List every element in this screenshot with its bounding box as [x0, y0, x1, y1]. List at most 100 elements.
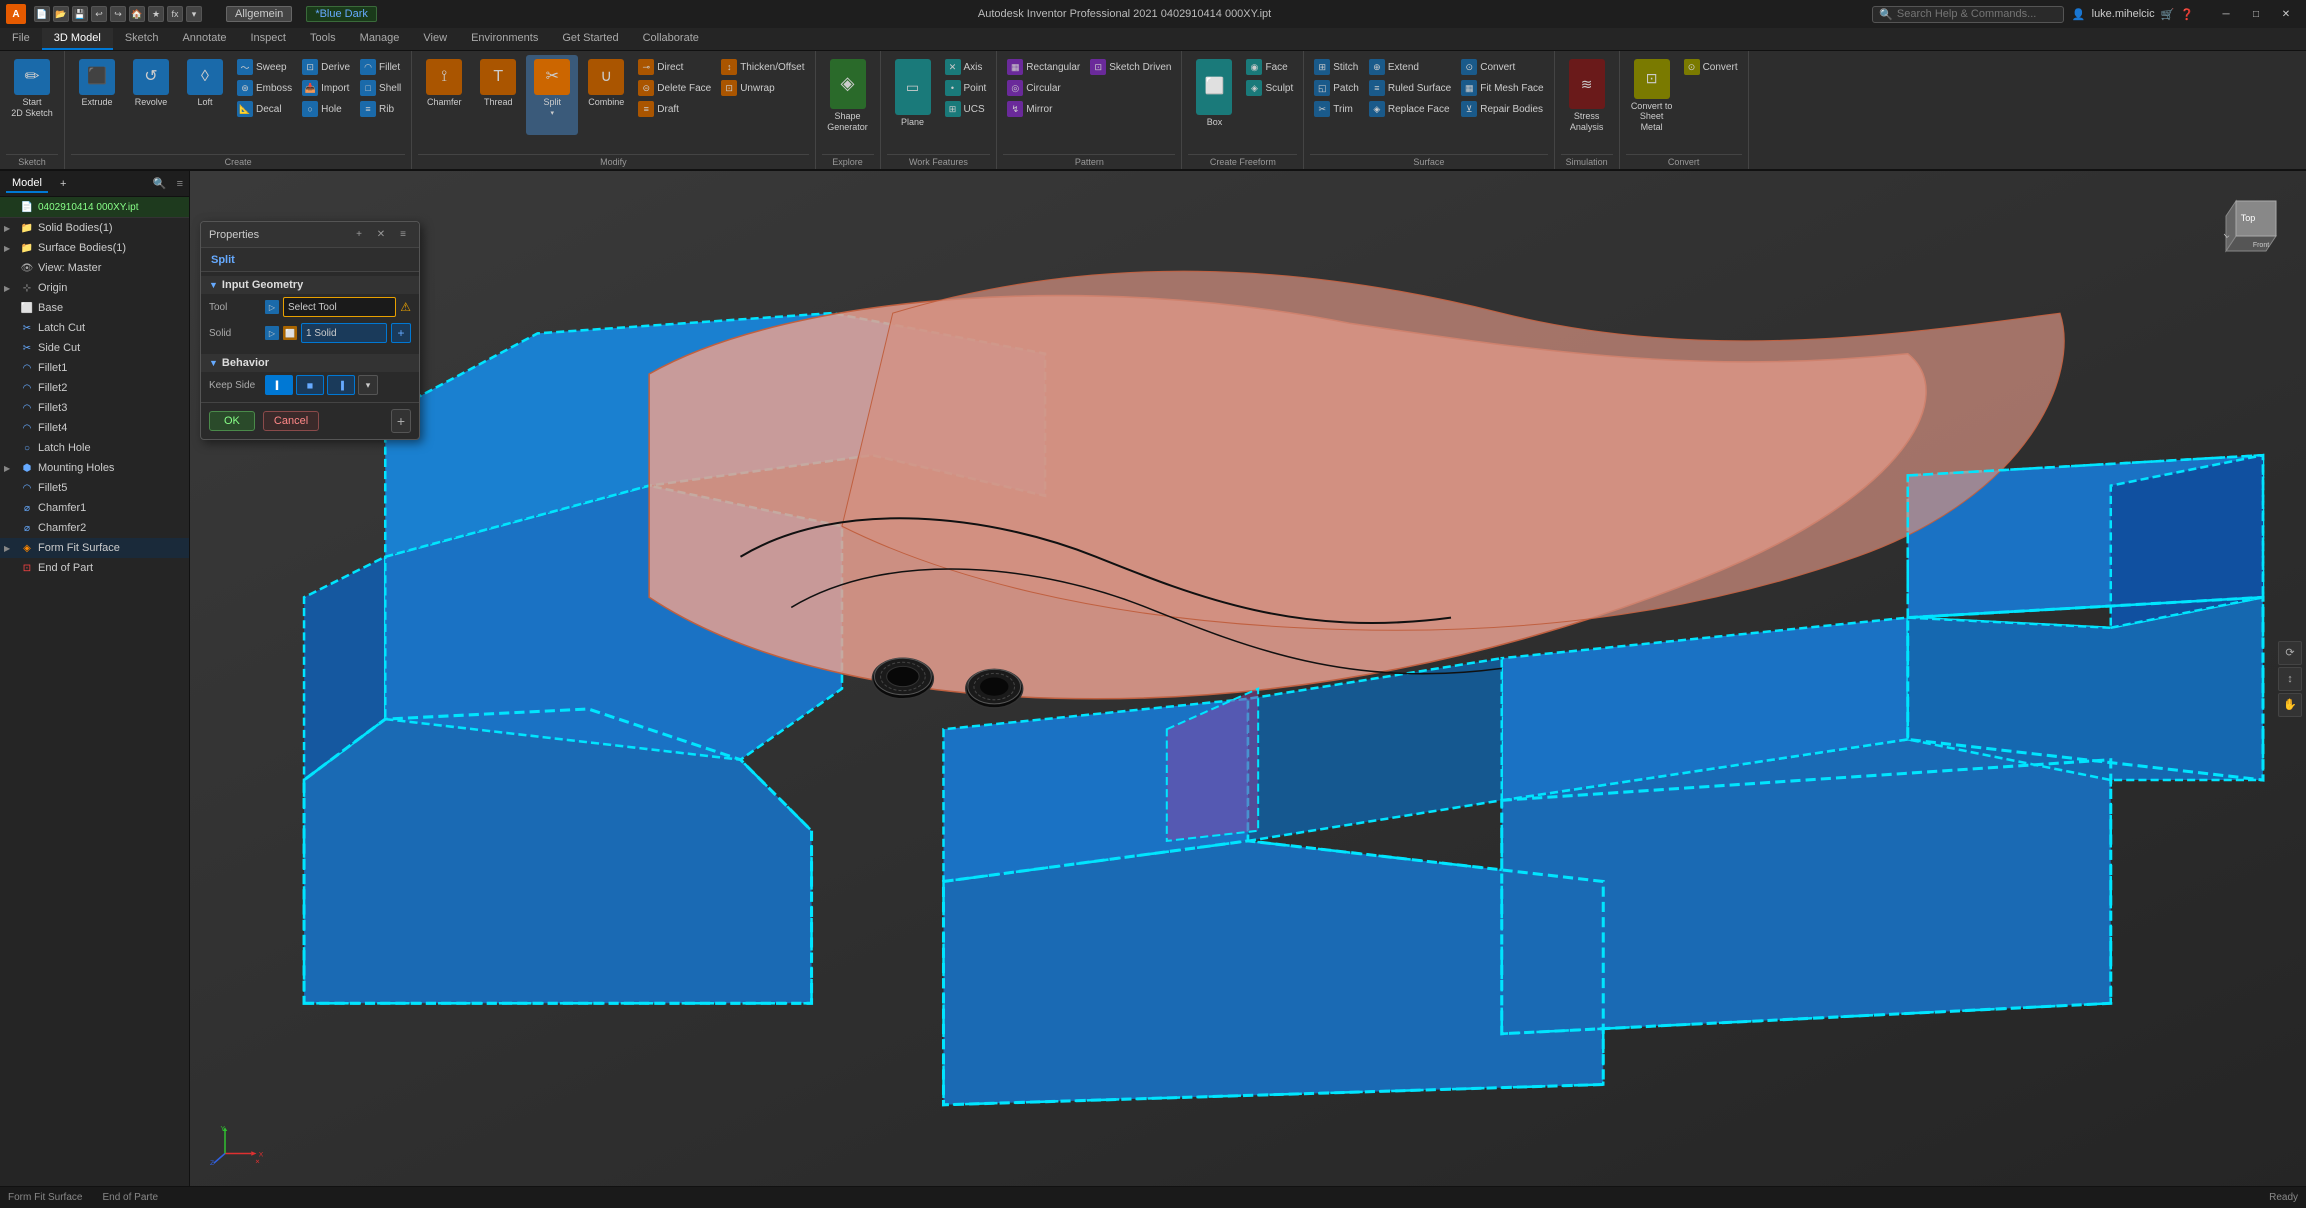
- props-menu[interactable]: ≡: [395, 227, 411, 243]
- btn-emboss[interactable]: ⊛Emboss: [233, 78, 296, 98]
- tree-latch-hole[interactable]: ○ Latch Hole: [0, 438, 189, 458]
- btn-mirror[interactable]: ↯Mirror: [1003, 99, 1084, 119]
- tree-side-cut[interactable]: ✂ Side Cut: [0, 338, 189, 358]
- tab-annotate[interactable]: Annotate: [170, 28, 238, 50]
- tree-origin[interactable]: ▶ ⊹ Origin: [0, 278, 189, 298]
- btn-extrude[interactable]: ⬛ Extrude: [71, 55, 123, 135]
- btn-face[interactable]: ◉Face: [1242, 57, 1297, 77]
- btn-rectangular[interactable]: ▦Rectangular: [1003, 57, 1084, 77]
- tab-inspect[interactable]: Inspect: [239, 28, 298, 50]
- btn-derive[interactable]: ⊡Derive: [298, 57, 354, 77]
- ok-button[interactable]: OK: [209, 411, 255, 431]
- tab-view[interactable]: View: [411, 28, 459, 50]
- tree-chamfer2[interactable]: ⌀ Chamfer2: [0, 518, 189, 538]
- btn-ruled-surface[interactable]: ≡Ruled Surface: [1365, 78, 1455, 98]
- btn-convert[interactable]: ⊙Convert: [1680, 57, 1742, 77]
- tab-environments[interactable]: Environments: [459, 28, 550, 50]
- redo-btn[interactable]: ↪: [110, 6, 126, 22]
- btn-unwrap[interactable]: ⊡Unwrap: [717, 78, 808, 98]
- tool-input[interactable]: Select Tool: [283, 297, 396, 317]
- workspace-label[interactable]: Allgemein: [226, 6, 292, 22]
- btn-box[interactable]: ⬜ Box: [1188, 55, 1240, 135]
- props-add-tab[interactable]: +: [351, 227, 367, 243]
- btn-axis[interactable]: ✕Axis: [941, 57, 991, 77]
- tab-tools[interactable]: Tools: [298, 28, 348, 50]
- btn-convert-sheet-metal[interactable]: ⊡ Convert toSheet Metal: [1626, 55, 1678, 135]
- props-close[interactable]: ✕: [373, 227, 389, 243]
- rt-tool-2[interactable]: ↕: [2278, 667, 2302, 691]
- btn-start-sketch[interactable]: ✏ Start2D Sketch: [6, 55, 58, 135]
- ks-btn-3[interactable]: ▐: [327, 375, 355, 395]
- behavior-header[interactable]: ▼ Behavior: [201, 354, 419, 372]
- btn-hole[interactable]: ○Hole: [298, 99, 354, 119]
- btn-thicken[interactable]: ↕Thicken/Offset: [717, 57, 808, 77]
- tab-model[interactable]: Model: [6, 175, 48, 193]
- btn-circular[interactable]: ◎Circular: [1003, 78, 1084, 98]
- search-tree-icon[interactable]: 🔍: [153, 177, 167, 190]
- tree-fillet4[interactable]: ◠ Fillet4: [0, 418, 189, 438]
- open-btn[interactable]: 📂: [53, 6, 69, 22]
- theme-selector[interactable]: *Blue Dark: [306, 8, 377, 20]
- solid-input[interactable]: 1 Solid: [301, 323, 387, 343]
- tree-view-master[interactable]: 👁 View: Master: [0, 258, 189, 278]
- btn-revolve[interactable]: ↺ Revolve: [125, 55, 177, 135]
- close-btn[interactable]: ✕: [2272, 3, 2300, 25]
- btn-shape-generator[interactable]: ◈ ShapeGenerator: [822, 55, 874, 135]
- help-icon[interactable]: ❓: [2180, 8, 2194, 21]
- ks-btn-2[interactable]: ◼: [296, 375, 324, 395]
- rt-tool-1[interactable]: ⟳: [2278, 641, 2302, 665]
- btn-extend[interactable]: ⊕Extend: [1365, 57, 1455, 77]
- tree-chamfer1[interactable]: ⌀ Chamfer1: [0, 498, 189, 518]
- btn-stress-analysis[interactable]: ≋ StressAnalysis: [1561, 55, 1613, 135]
- btn-plane[interactable]: ▭ Plane: [887, 55, 939, 135]
- tree-fillet5[interactable]: ◠ Fillet5: [0, 478, 189, 498]
- tree-end-of-part[interactable]: ⊡ End of Part: [0, 558, 189, 578]
- tab-manage[interactable]: Manage: [348, 28, 412, 50]
- btn-fillet[interactable]: ◠Fillet: [356, 57, 405, 77]
- workspace-selector[interactable]: Allgemein: [226, 6, 292, 22]
- btn-stitch[interactable]: ⊞Stitch: [1310, 57, 1363, 77]
- home-btn[interactable]: 🏠: [129, 6, 145, 22]
- tab-plus[interactable]: +: [54, 176, 72, 192]
- btn-repair-bodies[interactable]: ⊻Repair Bodies: [1457, 99, 1547, 119]
- dropdown-btn[interactable]: ▾: [186, 6, 202, 22]
- btn-shell[interactable]: □Shell: [356, 78, 405, 98]
- ks-btn-1[interactable]: ▍: [265, 375, 293, 395]
- search-input[interactable]: [1897, 8, 2057, 20]
- tree-fillet1[interactable]: ◠ Fillet1: [0, 358, 189, 378]
- undo-btn[interactable]: ↩: [91, 6, 107, 22]
- viewport[interactable]: Top L Front X Y Z ✕ ⟳ ↕ ✋: [190, 171, 2306, 1186]
- tree-fillet2[interactable]: ◠ Fillet2: [0, 378, 189, 398]
- minimize-btn[interactable]: ─: [2212, 3, 2240, 25]
- btn-fit-mesh-face[interactable]: ▦Fit Mesh Face: [1457, 78, 1547, 98]
- tab-file[interactable]: File: [0, 28, 42, 50]
- tab-collaborate[interactable]: Collaborate: [631, 28, 711, 50]
- btn-chamfer[interactable]: ⟟ Chamfer: [418, 55, 470, 135]
- filter-icon[interactable]: ≡: [177, 178, 183, 190]
- mark-btn[interactable]: ★: [148, 6, 164, 22]
- tree-form-fit-surface[interactable]: ▶ ◈ Form Fit Surface: [0, 538, 189, 558]
- btn-patch[interactable]: ◱Patch: [1310, 78, 1363, 98]
- tree-latch-cut[interactable]: ✂ Latch Cut: [0, 318, 189, 338]
- tab-getstarted[interactable]: Get Started: [550, 28, 630, 50]
- tree-solid-bodies[interactable]: ▶ 📁 Solid Bodies(1): [0, 218, 189, 238]
- btn-rib[interactable]: ≡Rib: [356, 99, 405, 119]
- rt-tool-3[interactable]: ✋: [2278, 693, 2302, 717]
- btn-point[interactable]: •Point: [941, 78, 991, 98]
- search-bar[interactable]: 🔍: [1872, 6, 2064, 23]
- cart-icon[interactable]: 🛒: [2161, 8, 2175, 21]
- btn-trim[interactable]: ✂Trim: [1310, 99, 1363, 119]
- btn-sculpt[interactable]: ◈Sculpt: [1242, 78, 1297, 98]
- btn-direct[interactable]: ⊸Direct: [634, 57, 715, 77]
- input-geometry-header[interactable]: ▼ Input Geometry: [201, 276, 419, 294]
- btn-sweep[interactable]: 〜Sweep: [233, 57, 296, 77]
- restore-btn[interactable]: □: [2242, 3, 2270, 25]
- solid-add-btn[interactable]: +: [391, 323, 411, 343]
- btn-loft[interactable]: ◊ Loft: [179, 55, 231, 135]
- btn-draft[interactable]: ≡Draft: [634, 99, 715, 119]
- btn-split[interactable]: ✂ Split ▾: [526, 55, 578, 135]
- new-btn[interactable]: 📄: [34, 6, 50, 22]
- save-btn[interactable]: 💾: [72, 6, 88, 22]
- cancel-button[interactable]: Cancel: [263, 411, 319, 431]
- btn-convert-surf[interactable]: ⊙Convert: [1457, 57, 1547, 77]
